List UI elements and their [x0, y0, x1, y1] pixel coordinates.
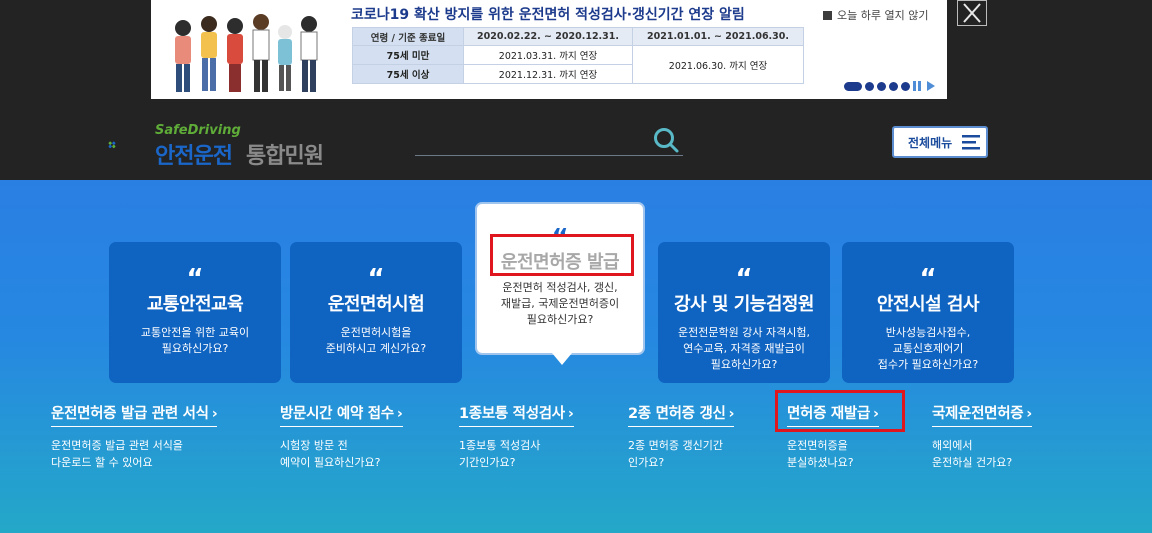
slide-dot[interactable] — [889, 81, 898, 91]
quote-icon: “ — [919, 264, 937, 294]
main-content: “ 교통안전교육 교통안전을 위한 교육이 필요하신가요? “ 운전면허시험 운… — [0, 180, 1152, 533]
link-title[interactable]: 국제운전면허증 › — [932, 402, 1032, 427]
card-license-issuance[interactable]: “ 운전면허증 발급 운전면허 적성검사, 갱신, 재발급, 국제운전면허증이 … — [475, 202, 645, 365]
card-title: 안전시설 검사 — [876, 294, 980, 315]
link-title[interactable]: 1종보통 적성검사 › — [459, 402, 574, 427]
link-title-text[interactable]: 2종 면허증 갱신 — [628, 406, 726, 422]
link-title[interactable]: 2종 면허증 갱신 › — [628, 402, 735, 427]
safedriving-logo-icon[interactable] — [108, 123, 154, 167]
full-menu-label: 전체메뉴 — [908, 135, 953, 150]
no-show-today-checkbox[interactable]: 오늘 하루 열지 않기 — [823, 7, 928, 23]
card-desc: 운전전문학원 강사 자격시험, 연수교육, 자격증 재발급이 필요하신가요? — [678, 326, 810, 371]
full-menu-button[interactable]: 전체메뉴 — [892, 126, 988, 158]
slide-pagination[interactable] — [844, 81, 935, 91]
table-cell-merged: 2021.06.30. 까지 연장 — [632, 45, 804, 84]
link-title-text[interactable]: 방문시간 예약 접수 — [280, 406, 394, 422]
link-international-license[interactable]: 국제운전면허증 › 해외에서 운전하실 건가요? — [932, 402, 1032, 471]
table-row-label: 75세 미만 — [352, 45, 464, 65]
popup-title: 코로나19 확산 방지를 위한 운전면허 적성검사·갱신기간 연장 알림 — [351, 7, 745, 23]
link-desc: 시험장 방문 전 예약이 필요하신가요? — [280, 439, 381, 469]
link-issuance-forms[interactable]: 운전면허증 발급 관련 서식 › 운전면허증 발급 관련 서식을 다운로드 할 수… — [51, 402, 218, 471]
link-desc: 2종 면허증 갱신기간 인가요? — [628, 439, 723, 469]
card-traffic-safety-education[interactable]: “ 교통안전교육 교통안전을 위한 교육이 필요하신가요? — [109, 242, 281, 383]
table-header-age: 연령 / 기준 종료일 — [352, 27, 464, 46]
card-title: 강사 및 기능검정원 — [673, 294, 815, 315]
chevron-right-icon: › — [728, 406, 735, 422]
chevron-right-icon: › — [1026, 406, 1032, 422]
slide-dot[interactable] — [901, 81, 910, 91]
quote-icon: “ — [186, 264, 204, 294]
link-title[interactable]: 방문시간 예약 접수 › — [280, 402, 403, 427]
link-desc: 운전면허증을 분실하셨나요? — [787, 439, 854, 469]
checkbox-icon[interactable] — [823, 11, 832, 20]
chevron-right-icon: › — [567, 406, 574, 422]
highlight-box — [490, 234, 634, 276]
hamburger-icon — [962, 135, 981, 150]
logo-subtitle: 통합민원 — [246, 144, 324, 169]
link-class2-renewal[interactable]: 2종 면허증 갱신 › 2종 면허증 갱신기간 인가요? — [628, 402, 735, 471]
slide-dot[interactable] — [865, 81, 874, 91]
logo-text-ko: 안전운전 — [155, 144, 233, 169]
link-desc: 해외에서 운전하실 건가요? — [932, 439, 1013, 469]
table-cell: 2021.03.31. 까지 연장 — [463, 45, 633, 65]
search-icon[interactable] — [652, 126, 680, 154]
card-title: 운전면허시험 — [327, 294, 425, 315]
search-input[interactable] — [415, 124, 683, 156]
close-icon[interactable] — [958, 1, 986, 25]
card-desc: 반사성능검사접수, 교통신호제어기 접수가 필요하신가요? — [877, 326, 979, 371]
people-illustration — [175, 14, 318, 92]
quote-icon: “ — [367, 264, 385, 294]
play-icon[interactable] — [927, 81, 935, 91]
card-safety-facility-inspection[interactable]: “ 안전시설 검사 반사성능검사접수, 교통신호제어기 접수가 필요하신가요? — [842, 242, 1014, 383]
table-cell: 2021.12.31. 까지 연장 — [463, 64, 633, 84]
logo-text-en: SafeDriving — [155, 123, 241, 138]
card-title: 교통안전교육 — [146, 294, 244, 315]
slide-dot-active[interactable] — [844, 81, 862, 91]
card-desc: 운전면허 적성검사, 갱신, 재발급, 국제운전면허증이 필요하신가요? — [500, 281, 620, 326]
extension-table: 연령 / 기준 종료일 2020.02.22. ~ 2020.12.31. 20… — [352, 27, 804, 84]
popup-close-button[interactable] — [957, 0, 987, 26]
table-header-period-2: 2021.01.01. ~ 2021.06.30. — [632, 27, 804, 46]
card-desc: 교통안전을 위한 교육이 필요하신가요? — [140, 326, 250, 355]
link-title-text[interactable]: 1종보통 적성검사 — [459, 406, 565, 422]
highlight-box — [775, 390, 905, 432]
pause-icon[interactable] — [913, 81, 922, 91]
quote-icon: “ — [735, 264, 753, 294]
card-desc: 운전면허시험을 준비하시고 계신가요? — [325, 326, 427, 355]
chevron-right-icon: › — [396, 406, 403, 422]
card-license-exam[interactable]: “ 운전면허시험 운전면허시험을 준비하시고 계신가요? — [290, 242, 462, 383]
chevron-right-icon: › — [211, 406, 218, 422]
table-row-label: 75세 이상 — [352, 64, 464, 84]
table-header-period-1: 2020.02.22. ~ 2020.12.31. — [463, 27, 633, 46]
link-class1-aptitude-test[interactable]: 1종보통 적성검사 › 1종보통 적성검사 기간인가요? — [459, 402, 574, 471]
link-desc: 1종보통 적성검사 기간인가요? — [459, 439, 541, 469]
link-desc: 운전면허증 발급 관련 서식을 다운로드 할 수 있어요 — [51, 439, 183, 469]
slide-dot[interactable] — [877, 81, 886, 91]
link-visit-reservation[interactable]: 방문시간 예약 접수 › 시험장 방문 전 예약이 필요하신가요? — [280, 402, 403, 471]
no-show-today-label: 오늘 하루 열지 않기 — [837, 9, 929, 22]
link-title-text[interactable]: 운전면허증 발급 관련 서식 — [51, 406, 209, 422]
link-title-text[interactable]: 국제운전면허증 — [932, 406, 1024, 422]
corona-notice-popup[interactable]: 코로나19 확산 방지를 위한 운전면허 적성검사·갱신기간 연장 알림 연령 … — [151, 0, 947, 99]
link-title[interactable]: 운전면허증 발급 관련 서식 › — [51, 402, 218, 427]
card-instructor-examiner[interactable]: “ 강사 및 기능검정원 운전전문학원 강사 자격시험, 연수교육, 자격증 재… — [658, 242, 830, 383]
